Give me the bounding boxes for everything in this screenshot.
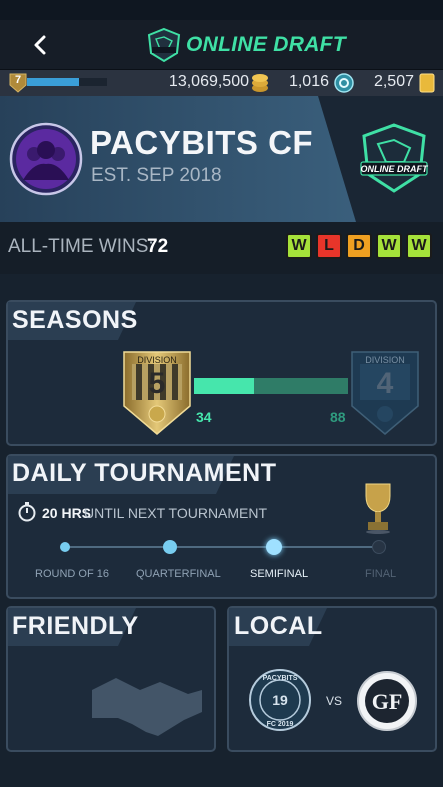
club-established: EST. SEP 2018 xyxy=(91,165,222,186)
svg-text:PACYBITS: PACYBITS xyxy=(263,675,298,682)
round-dot xyxy=(60,542,70,552)
pacybits-fc-crest: PACYBITS 19 FC 2019 xyxy=(249,669,311,731)
season-progress-value: 34 xyxy=(196,409,212,425)
vs-label: VS xyxy=(326,694,343,708)
svg-text:19: 19 xyxy=(272,692,288,708)
points-icon xyxy=(334,73,354,93)
svg-text:GF: GF xyxy=(372,689,403,714)
round-label: FINAL xyxy=(365,568,397,580)
coin-stack-icon xyxy=(252,74,268,92)
back-button[interactable] xyxy=(20,28,60,62)
page-title: ONLINE DRAFT xyxy=(186,33,346,56)
trophy-icon xyxy=(365,483,391,534)
club-avatar-icon xyxy=(9,122,83,196)
round-label: ROUND OF 16 xyxy=(35,568,109,580)
local-title: LOCAL xyxy=(234,612,323,640)
online-draft-logo: ONLINE DRAFT xyxy=(360,123,429,193)
season-progress-fill xyxy=(194,378,255,394)
form-result-badge: D xyxy=(346,233,372,259)
form-result-badge: W xyxy=(286,233,312,259)
season-progress-target: 88 xyxy=(330,409,346,425)
top-bar: ONLINE DRAFT xyxy=(0,20,443,70)
online-draft-badge-icon xyxy=(147,27,181,63)
wins-label: ALL-TIME WINS: xyxy=(8,236,154,257)
club-logo-text: ONLINE DRAFT xyxy=(361,164,429,174)
seasons-title: SEASONS xyxy=(12,306,138,334)
round-label: QUARTERFINAL xyxy=(136,568,221,580)
wins-value: 72 xyxy=(147,236,169,257)
division-current-label: DIVISION xyxy=(137,355,177,365)
division-current-number: 5 xyxy=(148,367,166,400)
stopwatch-icon xyxy=(18,502,36,522)
level-value: 7 xyxy=(14,74,22,86)
timer-text: UNTIL NEXT TOURNAMENT xyxy=(84,505,268,521)
club-name: PACYBITS CF xyxy=(90,124,314,161)
form-result-badge: W xyxy=(406,233,432,259)
division-next-label: DIVISION xyxy=(365,355,405,365)
form-result-badge: W xyxy=(376,233,402,259)
round-dot xyxy=(163,540,177,554)
status-bar xyxy=(0,0,443,20)
handshake-icon xyxy=(92,678,202,736)
friendly-title: FRIENDLY xyxy=(12,612,139,640)
form-result-badge: L xyxy=(316,233,342,259)
chevron-left-icon xyxy=(34,35,46,55)
currency-bar: 7 13,069,500 1,016 2,507 xyxy=(0,70,443,96)
svg-text:FC 2019: FC 2019 xyxy=(267,721,294,728)
tournament-progress-line xyxy=(64,546,380,548)
gf-crest: GF xyxy=(357,671,417,731)
points-value: 1,016 xyxy=(288,73,329,90)
tokens-value: 2,507 xyxy=(373,73,414,90)
coins-value: 13,069,500 xyxy=(168,73,249,90)
xp-fill xyxy=(27,78,79,86)
round-label: SEMIFINAL xyxy=(250,568,309,580)
token-card-icon xyxy=(419,73,435,93)
round-dot xyxy=(266,539,282,555)
division-next-number: 4 xyxy=(376,367,394,400)
daily-tournament-title: DAILY TOURNAMENT xyxy=(12,459,277,487)
round-dot xyxy=(372,540,386,554)
